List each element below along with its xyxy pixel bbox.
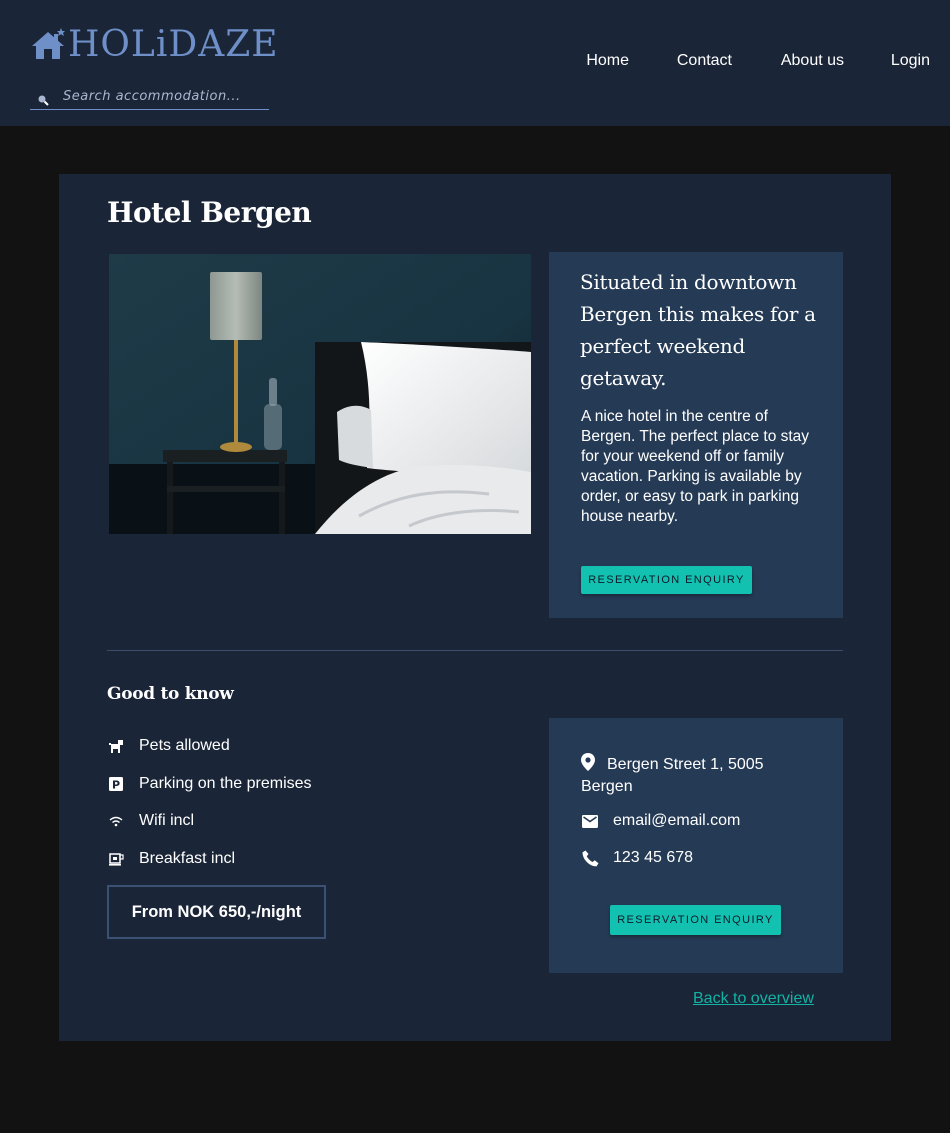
nav-about-us[interactable]: About us	[781, 52, 844, 70]
phone-icon	[581, 848, 599, 868]
house-logo-icon	[30, 28, 66, 62]
amenity-label: Pets allowed	[139, 737, 230, 754]
svg-text:P: P	[112, 779, 120, 792]
good-to-know-title: Good to know	[107, 684, 234, 704]
search-bar	[30, 84, 269, 110]
back-to-overview-link[interactable]: Back to overview	[693, 990, 814, 1008]
reservation-enquiry-button[interactable]: RESERVATION ENQUIRY	[581, 566, 752, 594]
contact-phone: 123 45 678	[581, 848, 693, 868]
hotel-info-panel: Situated in downtown Bergen this makes f…	[549, 252, 843, 618]
address-text: Bergen Street 1, 5005 Bergen	[581, 753, 811, 797]
search-icon	[37, 91, 49, 106]
address-value: Bergen Street 1, 5005 Bergen	[581, 756, 764, 795]
site-logo[interactable]: HOLiDAZE	[30, 26, 278, 64]
hotel-tagline: Situated in downtown Bergen this makes f…	[580, 270, 816, 390]
hotel-detail-card: Hotel Bergen Situated in downtown Bergen…	[59, 174, 891, 1041]
amenity-item: P Parking on the premises	[107, 773, 312, 795]
logo-text: HOLiDAZE	[68, 24, 279, 65]
amenity-item: Breakfast incl	[107, 848, 235, 870]
hotel-description: A nice hotel in the centre of Bergen. Th…	[581, 408, 810, 525]
contact-email: email@email.com	[581, 811, 740, 831]
reservation-enquiry-button[interactable]: RESERVATION ENQUIRY	[610, 905, 781, 935]
contact-address: Bergen Street 1, 5005 Bergen	[581, 753, 811, 797]
amenity-label: Breakfast incl	[139, 850, 236, 867]
price-box: From NOK 650,-/night	[107, 885, 326, 939]
search-input[interactable]	[63, 89, 263, 104]
coffee-icon	[107, 850, 125, 868]
nav-home[interactable]: Home	[586, 52, 629, 70]
amenity-label: Wifi incl	[139, 812, 195, 829]
email-value[interactable]: email@email.com	[613, 811, 740, 831]
amenity-label: Parking on the premises	[139, 775, 312, 792]
dog-icon	[107, 737, 125, 755]
phone-value[interactable]: 123 45 678	[613, 848, 693, 868]
amenity-item: Wifi incl	[107, 810, 194, 832]
wifi-icon	[107, 812, 125, 830]
parking-icon: P	[107, 775, 125, 793]
contact-panel: Bergen Street 1, 5005 Bergen email@email…	[549, 718, 843, 973]
nav-login[interactable]: Login	[891, 52, 930, 70]
site-header: HOLiDAZE Home Contact About us Login	[0, 0, 950, 126]
mail-icon	[581, 811, 599, 831]
map-pin-icon	[581, 753, 599, 777]
nav-contact[interactable]: Contact	[677, 52, 732, 70]
hotel-photo	[109, 254, 531, 534]
section-divider	[107, 650, 843, 651]
hotel-title: Hotel Bergen	[107, 196, 312, 229]
amenity-item: Pets allowed	[107, 735, 230, 757]
